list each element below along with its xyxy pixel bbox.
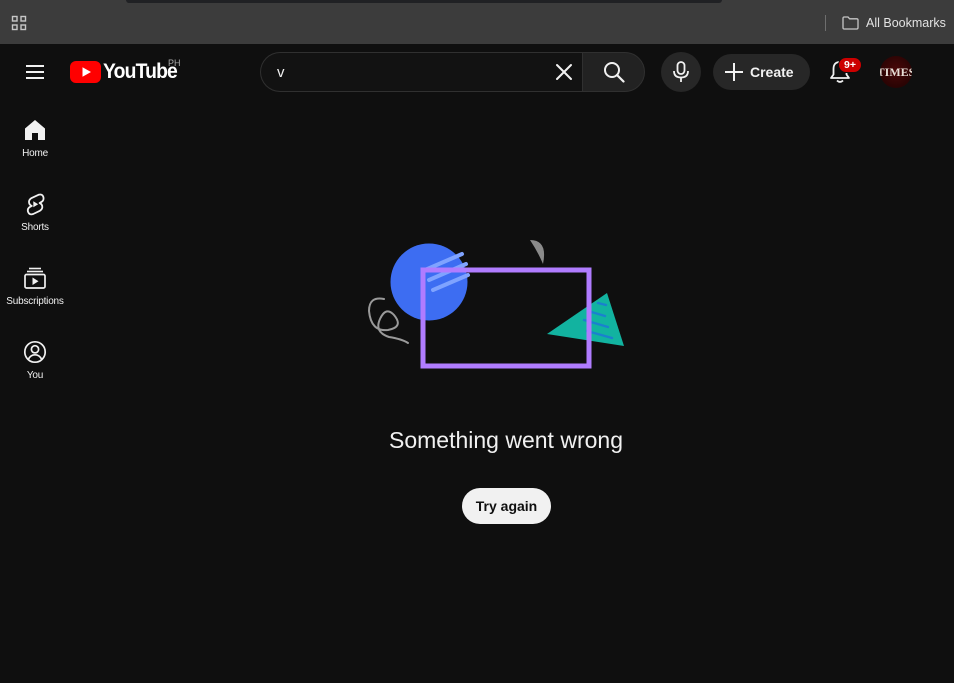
search-icon — [603, 62, 625, 83]
sidebar-item-you[interactable]: You — [0, 322, 70, 392]
browser-tab-edge — [126, 0, 722, 3]
account-icon — [23, 340, 47, 364]
error-message: Something went wrong — [389, 427, 623, 453]
search-button[interactable] — [582, 52, 645, 92]
error-illustration — [367, 240, 624, 369]
sidebar-item-label: Subscriptions — [6, 296, 64, 307]
notifications-badge: 9+ — [838, 57, 862, 73]
sidebar-item-home[interactable]: Home — [0, 100, 70, 170]
all-bookmarks-button[interactable]: All Bookmarks — [842, 14, 946, 32]
sidebar-item-label: Home — [22, 148, 48, 159]
guide-menu-button[interactable] — [17, 54, 53, 90]
sidebar-item-label: Shorts — [21, 222, 49, 233]
create-label: Create — [750, 64, 794, 80]
youtube-play-logo-icon — [70, 61, 101, 83]
hamburger-menu-icon — [26, 65, 44, 79]
search-input[interactable] — [277, 53, 537, 91]
sidebar-item-label: You — [26, 370, 44, 381]
browser-bookmarks-bar: All Bookmarks — [0, 0, 954, 44]
folder-icon — [842, 16, 859, 30]
sidebar-item-subscriptions[interactable]: Subscriptions — [0, 248, 70, 318]
create-button[interactable]: Create — [713, 54, 810, 90]
try-again-button[interactable]: Try again — [462, 488, 551, 524]
home-icon — [25, 120, 45, 140]
microphone-icon — [673, 61, 689, 82]
apps-grid-icon[interactable] — [11, 15, 27, 31]
sidebar-item-shorts[interactable]: Shorts — [0, 174, 70, 244]
region-code: PH — [168, 58, 181, 68]
clear-search-button[interactable] — [551, 59, 577, 85]
avatar-text: TIMES — [880, 64, 912, 79]
shorts-icon — [26, 193, 45, 216]
bookmarks-divider — [825, 15, 826, 31]
subscriptions-icon — [24, 267, 46, 289]
search-box — [260, 52, 582, 92]
youtube-logo[interactable]: YouTube — [70, 59, 183, 85]
youtube-logo-text: YouTube — [103, 60, 178, 83]
close-icon — [556, 64, 572, 80]
all-bookmarks-label: All Bookmarks — [866, 16, 946, 30]
plus-icon — [725, 63, 743, 81]
masthead: YouTube PH v Create 9+ TIME — [0, 44, 954, 100]
avatar[interactable]: TIMES — [880, 56, 912, 88]
voice-search-button[interactable] — [661, 52, 701, 92]
